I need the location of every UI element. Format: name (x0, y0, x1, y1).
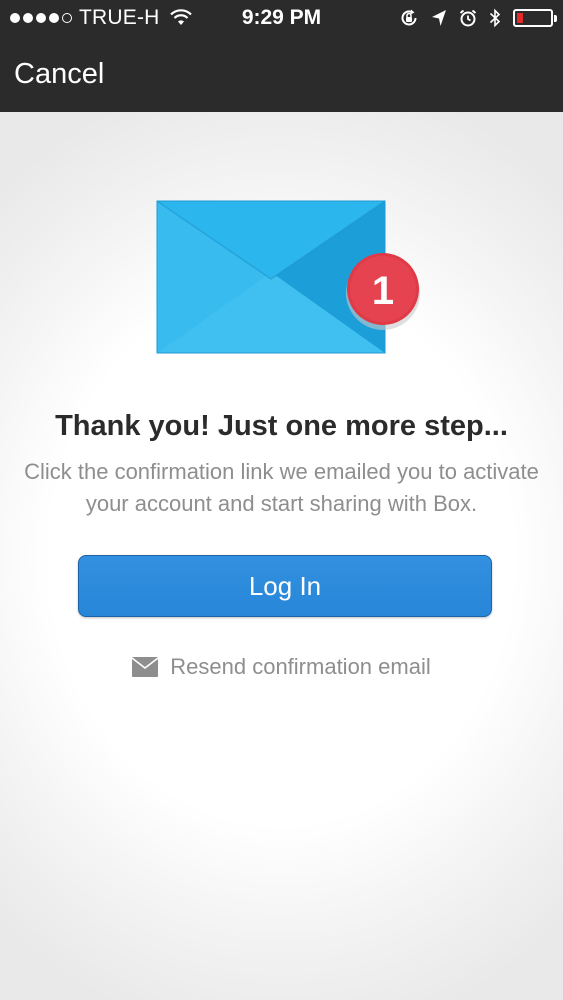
mail-icon (132, 657, 159, 677)
confirmation-message: Click the confirmation link we emailed y… (10, 456, 553, 520)
alarm-icon (459, 9, 477, 27)
resend-confirmation-link[interactable]: Resend confirmation email (0, 652, 563, 682)
rotation-lock-icon (401, 9, 417, 26)
navigation-bar: Cancel (0, 36, 563, 112)
location-arrow-icon (432, 10, 446, 26)
log-in-button[interactable]: Log In (78, 555, 492, 617)
confirmation-message-line2: your account and start sharing with Box. (85, 491, 478, 516)
svg-text:1: 1 (372, 269, 394, 313)
battery-icon (513, 9, 557, 27)
confirmation-panel: 1 Thank you! Just one more step... Click… (0, 112, 563, 1000)
resend-confirmation-label: Resend confirmation email (170, 654, 431, 679)
bluetooth-icon (489, 8, 501, 28)
envelope-icon: 1 (156, 200, 420, 354)
status-bar-right (399, 0, 557, 36)
status-bar: TRUE-H 9:29 PM (0, 0, 563, 36)
notification-badge: 1 (346, 253, 420, 330)
confirmation-message-line1: Click the confirmation link we emailed y… (24, 459, 539, 484)
confirmation-headline: Thank you! Just one more step... (55, 410, 508, 442)
cancel-button[interactable]: Cancel (14, 36, 104, 112)
